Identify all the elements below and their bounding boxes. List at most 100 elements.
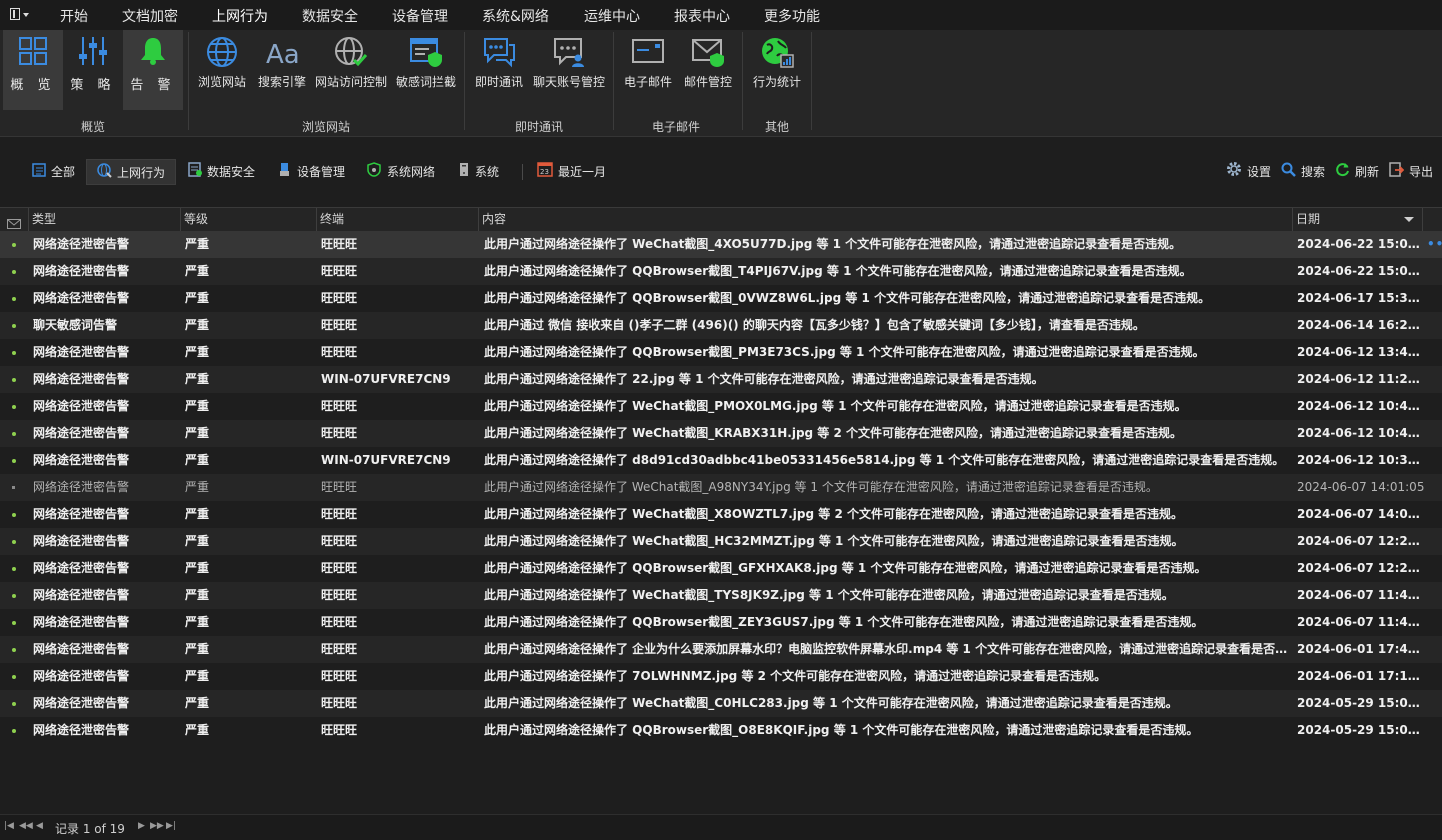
email-control-label: 邮件管控 — [683, 75, 732, 89]
last-page-icon[interactable]: ▶| — [166, 821, 176, 831]
group-label-overview: 概览 — [81, 120, 106, 134]
table-row[interactable]: 网络途径泄密告警 严重 旺旺旺 此用户通过网络途径操作了 QQBrowser截图_T4… — [0, 258, 1442, 285]
behavior-stats-button[interactable]: 行为统计 — [748, 30, 806, 110]
table-row[interactable]: 网络途径泄密告警 严重 旺旺旺 此用户通过网络途径操作了 WeChat截图_PMOX0… — [0, 393, 1442, 420]
cell-date: 2024-06-01 17:17:46 — [1297, 669, 1427, 683]
chat-account-control-button[interactable]: 聊天账号管控 — [530, 30, 608, 110]
header-level[interactable]: 等级 — [181, 208, 317, 231]
search-engine-label: 搜索引擎 — [257, 75, 306, 89]
header-type[interactable]: 类型 — [29, 208, 181, 231]
cell-terminal: 旺旺旺 — [321, 561, 358, 575]
menu-tab-system-network[interactable]: 系统&网络 — [482, 6, 549, 26]
group-label-im: 即时通讯 — [515, 120, 564, 134]
table-header: 类型 等级 终端 内容 日期 — [0, 207, 1442, 232]
cell-date: 2024-05-29 15:09:48 — [1297, 696, 1427, 710]
cell-date: 2024-06-12 10:35:24 — [1297, 453, 1427, 467]
refresh-button[interactable]: 刷新 — [1335, 159, 1379, 185]
cell-content: 此用户通过网络途径操作了 WeChat截图_X8OWZTL7.jpg 等 2 个… — [484, 507, 1183, 521]
policy-button[interactable]: 策 略 — [63, 30, 123, 110]
table-row[interactable]: 网络途径泄密告警 严重 旺旺旺 此用户通过网络途径操作了 WeChat截图_KRABX… — [0, 420, 1442, 447]
table-row[interactable]: 网络途径泄密告警 严重 旺旺旺 此用户通过网络途径操作了 7OLWHNMZ.jpg 等… — [0, 663, 1442, 690]
table-row[interactable]: 网络途径泄密告警 严重 旺旺旺 此用户通过网络途径操作了 QQBrowser截图_GF… — [0, 555, 1442, 582]
cell-level: 严重 — [185, 264, 210, 278]
search-button[interactable]: 搜索 — [1281, 159, 1325, 185]
cell-date: 2024-06-14 16:21:00 — [1297, 318, 1427, 332]
table-row[interactable]: 网络途径泄密告警 严重 旺旺旺 此用户通过网络途径操作了 WeChat截图_HC32M… — [0, 528, 1442, 555]
table-row[interactable]: 网络途径泄密告警 严重 旺旺旺 此用户通过网络途径操作了 WeChat截图_C0HLC… — [0, 690, 1442, 717]
menu-tab-internet-behavior[interactable]: 上网行为 — [211, 6, 269, 33]
filter-device-button[interactable]: 设备管理 — [278, 159, 345, 185]
app-menu-icon[interactable] — [10, 7, 32, 23]
cell-terminal: 旺旺旺 — [321, 534, 358, 548]
email-label: 电子邮件 — [623, 75, 672, 89]
header-content[interactable]: 内容 — [479, 208, 1293, 231]
overview-button[interactable]: 概 览 — [3, 30, 63, 110]
filter-all-button[interactable]: 全部 — [32, 159, 75, 185]
settings-button[interactable]: 设置 — [1226, 159, 1271, 185]
filter-last-month-label: 最近一月 — [558, 165, 607, 179]
first-page-icon[interactable]: |◀ — [4, 821, 14, 831]
chat-user-icon — [552, 36, 586, 71]
alert-button[interactable]: 告 警 — [123, 30, 183, 110]
policy-button-label: 策 略 — [70, 78, 116, 93]
table-row[interactable]: 网络途径泄密告警 严重 旺旺旺 此用户通过网络途径操作了 WeChat截图_TYS8J… — [0, 582, 1442, 609]
table-row[interactable]: 网络途径泄密告警 严重 旺旺旺 此用户通过网络途径操作了 QQBrowser截图_0V… — [0, 285, 1442, 312]
export-button[interactable]: 导出 — [1389, 159, 1433, 185]
filter-last-month-button[interactable]: 23 最近一月 — [537, 159, 606, 185]
cell-content: 此用户通过网络途径操作了 d8d91cd30adbbc41be05331456e… — [484, 453, 1285, 467]
menu-tab-ops-center[interactable]: 运维中心 — [584, 6, 640, 26]
filter-internet-button[interactable]: 上网行为 — [86, 159, 176, 185]
menu-tab-start[interactable]: 开始 — [60, 6, 88, 26]
filter-data-security-label: 数据安全 — [207, 165, 256, 179]
cell-level: 严重 — [185, 453, 210, 467]
table-row[interactable]: 网络途径泄密告警 严重 旺旺旺 此用户通过网络途径操作了 WeChat截图_X8OWZ… — [0, 501, 1442, 528]
cell-content: 此用户通过网络途径操作了 WeChat截图_4XO5U77D.jpg 等 1 个… — [484, 237, 1182, 251]
next-page-icon[interactable]: ▶ — [138, 821, 145, 831]
browse-website-label: 浏览网站 — [197, 75, 246, 89]
header-terminal[interactable]: 终端 — [317, 208, 479, 231]
behavior-stats-label: 行为统计 — [752, 75, 801, 89]
menu-tab-doc-encrypt[interactable]: 文档加密 — [122, 6, 178, 26]
prev-page-icon[interactable]: ◀ — [36, 821, 43, 831]
email-button[interactable]: 电子邮件 — [619, 30, 677, 110]
next-page-fast-icon[interactable]: ▶▶ — [150, 821, 164, 831]
pc-tower-icon — [458, 160, 470, 186]
refresh-label: 刷新 — [1355, 165, 1380, 179]
cell-date: 2024-06-07 14:00:34 — [1297, 507, 1427, 521]
menu-tab-report-center[interactable]: 报表中心 — [674, 6, 730, 26]
ribbon-separator — [464, 32, 465, 130]
table-row[interactable]: 聊天敏感词告警 严重 旺旺旺 此用户通过 微信 接收来自 ()孝子二群 (496)()… — [0, 312, 1442, 339]
cell-terminal: 旺旺旺 — [321, 264, 358, 278]
email-control-button[interactable]: 邮件管控 — [679, 30, 737, 110]
prev-page-fast-icon[interactable]: ◀◀ — [19, 821, 33, 831]
table-row[interactable]: 网络途径泄密告警 严重 WIN-07UFVRE7CN9 此用户通过网络途径操作了 22… — [0, 366, 1442, 393]
search-engine-button[interactable]: Aa 搜索引擎 — [253, 30, 311, 110]
export-label: 导出 — [1409, 165, 1434, 179]
instant-messaging-button[interactable]: 即时通讯 — [470, 30, 528, 110]
window-shield-icon — [409, 36, 443, 71]
header-read-column[interactable] — [0, 208, 29, 231]
cell-level: 严重 — [185, 480, 210, 494]
group-label-browse: 浏览网站 — [302, 120, 351, 134]
table-row[interactable]: 网络途径泄密告警 严重 旺旺旺 此用户通过网络途径操作了 QQBrowser截图_ZE… — [0, 609, 1442, 636]
table-row[interactable]: 网络途径泄密告警 严重 旺旺旺 此用户通过网络途径操作了 企业为什么要添加屏幕水印？电… — [0, 636, 1442, 663]
menu-tab-data-security[interactable]: 数据安全 — [302, 6, 358, 26]
sensitive-word-block-button[interactable]: 敏感词拦截 — [393, 30, 459, 110]
menu-tab-more[interactable]: 更多功能 — [764, 6, 820, 26]
cell-terminal: 旺旺旺 — [321, 588, 358, 602]
table-row[interactable]: 网络途径泄密告警 严重 旺旺旺 此用户通过网络途径操作了 WeChat截图_A98NY… — [0, 474, 1442, 501]
table-row[interactable]: 网络途径泄密告警 严重 WIN-07UFVRE7CN9 此用户通过网络途径操作了 d8… — [0, 447, 1442, 474]
filter-sysnet-button[interactable]: 系统网络 — [367, 159, 435, 185]
table-row[interactable]: 网络途径泄密告警 严重 旺旺旺 此用户通过网络途径操作了 QQBrowser截图_PM… — [0, 339, 1442, 366]
filter-system-button[interactable]: 系统 — [458, 159, 499, 185]
browse-website-button[interactable]: 浏览网站 — [193, 30, 251, 110]
menu-tab-device-management[interactable]: 设备管理 — [392, 6, 448, 26]
table-row[interactable]: 网络途径泄密告警 严重 旺旺旺 此用户通过网络途径操作了 WeChat截图_4XO5U… — [0, 231, 1442, 258]
header-date[interactable]: 日期 — [1293, 208, 1423, 231]
ribbon-separator — [613, 32, 614, 130]
more-dots-icon[interactable]: ••• — [1427, 231, 1442, 258]
globe-search-icon — [97, 161, 112, 187]
site-access-control-button[interactable]: 网站访问控制 — [313, 30, 389, 110]
table-row[interactable]: 网络途径泄密告警 严重 旺旺旺 此用户通过网络途径操作了 QQBrowser截图_O8… — [0, 717, 1442, 744]
filter-data-security-button[interactable]: 数据安全 — [188, 159, 255, 185]
